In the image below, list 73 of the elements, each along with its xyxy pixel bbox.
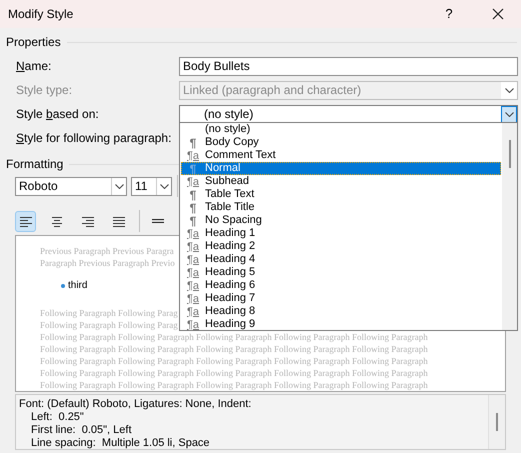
- preview-text: Following Paragraph Following Paragraph Following Paragraph Following Paragraph Following Paragraph: [40, 344, 428, 354]
- style-list-item[interactable]: ¶a Heading 1: [181, 227, 501, 240]
- style-list-item[interactable]: ¶a Heading 4: [181, 253, 501, 266]
- field-label: Style type:: [16, 82, 74, 99]
- description-text: Left: 0.25": [30, 411, 84, 423]
- style-list-item[interactable]: ¶a Subhead: [181, 175, 501, 188]
- font-dropdown[interactable]: Roboto: [15, 176, 127, 196]
- paragraph-style-icon: ¶: [190, 162, 196, 174]
- preview-text: Following Paragraph Following Paragraph Following Paragraph Following Paragraph Following Paragraph: [40, 356, 428, 366]
- linked-style-icon: ¶a: [186, 240, 200, 252]
- description-text: First line: 0.05", Left: [30, 424, 132, 436]
- style-list[interactable]: [179, 122, 503, 331]
- description-text: Line spacing: Multiple 1.05 li, Space: [30, 437, 210, 449]
- linked-style-icon: ¶a: [186, 266, 200, 278]
- preview-text: Paragraph Previous Paragraph Previo: [40, 258, 175, 268]
- field-label: Style based on:: [16, 106, 100, 123]
- preview-text: Following Paragraph Following Paragraph Following Paragraph Following Paragraph Following Paragraph: [40, 332, 428, 342]
- style-list-item[interactable]: ¶a Heading 9: [181, 318, 501, 330]
- align-left-button[interactable]: [15, 210, 36, 232]
- linked-style-icon: ¶a: [186, 306, 200, 318]
- style-list-item[interactable]: ¶ Table Text: [181, 188, 501, 201]
- scrollbar[interactable]: [502, 122, 518, 331]
- name-field[interactable]: Body Bullets: [179, 56, 518, 76]
- style-dropdown[interactable]: (no style): [179, 104, 518, 124]
- style-list-item[interactable]: ¶a Heading 5: [181, 266, 501, 279]
- style-list-item[interactable]: ¶ Body Copy: [181, 136, 501, 149]
- linked-style-icon: ¶a: [186, 176, 200, 188]
- size-dropdown[interactable]: 11: [131, 176, 172, 196]
- field-label: Name:: [16, 58, 52, 75]
- align-right-icon: [82, 216, 94, 226]
- style-list-item[interactable]: (no style): [181, 123, 501, 136]
- description-text: Font: (Default) Roboto, Ligatures: None, Indent:: [19, 398, 252, 410]
- preview-text: Previous Paragraph Previous Paragra: [40, 246, 174, 256]
- paragraph-style-icon: ¶: [190, 202, 196, 214]
- chevron-down-icon: [160, 184, 168, 188]
- linked-style-icon: ¶a: [186, 228, 200, 240]
- style-list-item[interactable]: ¶a Heading 2: [181, 240, 501, 253]
- paragraph-style-icon: ¶: [190, 214, 196, 226]
- style-list-item[interactable]: ¶a Heading 7: [181, 292, 501, 305]
- preview-text: Following Paragraph Following Parag: [40, 308, 178, 318]
- style-list-item[interactable]: ¶ Table Title: [181, 201, 501, 214]
- chevron-down-icon: [504, 112, 514, 116]
- help-button[interactable]: ?: [439, 4, 459, 24]
- style-list-item[interactable]: ¶a Heading 6: [181, 279, 501, 292]
- style-list-item[interactable]: ¶ Normal: [181, 162, 501, 175]
- dropdown-button[interactable]: [501, 106, 517, 122]
- linked-style-icon: ¶a: [186, 318, 200, 330]
- bullet-icon: [61, 284, 65, 288]
- linked-style-icon: ¶a: [186, 292, 200, 304]
- preview-text: Following Paragraph Following Paragraph Following Paragraph Following Paragraph Following Paragraph: [40, 368, 428, 378]
- style-list-item[interactable]: ¶a Comment Text: [181, 149, 501, 162]
- line-spacing-icon: [152, 219, 164, 223]
- preview-text: Following Paragraph Following Parag: [40, 320, 178, 330]
- close-button[interactable]: [491, 7, 505, 21]
- style-list-item[interactable]: ¶a Heading 8: [181, 305, 501, 318]
- bullet-text: third: [68, 279, 88, 293]
- window-title: Modify Style: [8, 6, 74, 23]
- preview-text: Following Paragraph Following Paragraph Following Paragraph Following Paragraph Following Paragraph: [40, 380, 428, 390]
- linked-style-icon: ¶a: [186, 150, 200, 162]
- chevron-down-icon: [504, 88, 514, 92]
- align-center-icon: [50, 216, 62, 226]
- linked-style-icon: ¶a: [186, 280, 200, 292]
- align-left-icon: [20, 216, 32, 226]
- align-justify-icon: [112, 216, 124, 226]
- field-label: Style for following paragraph:: [16, 130, 172, 147]
- paragraph-style-icon: ¶: [190, 188, 196, 200]
- style-list-item[interactable]: ¶ No Spacing: [181, 214, 501, 227]
- group-heading: Properties: [6, 34, 61, 51]
- linked-style-icon: ¶a: [186, 254, 200, 266]
- chevron-down-icon: [114, 184, 124, 188]
- paragraph-style-icon: ¶: [190, 136, 196, 148]
- group-heading: Formatting: [6, 156, 64, 173]
- close-icon: [492, 8, 504, 20]
